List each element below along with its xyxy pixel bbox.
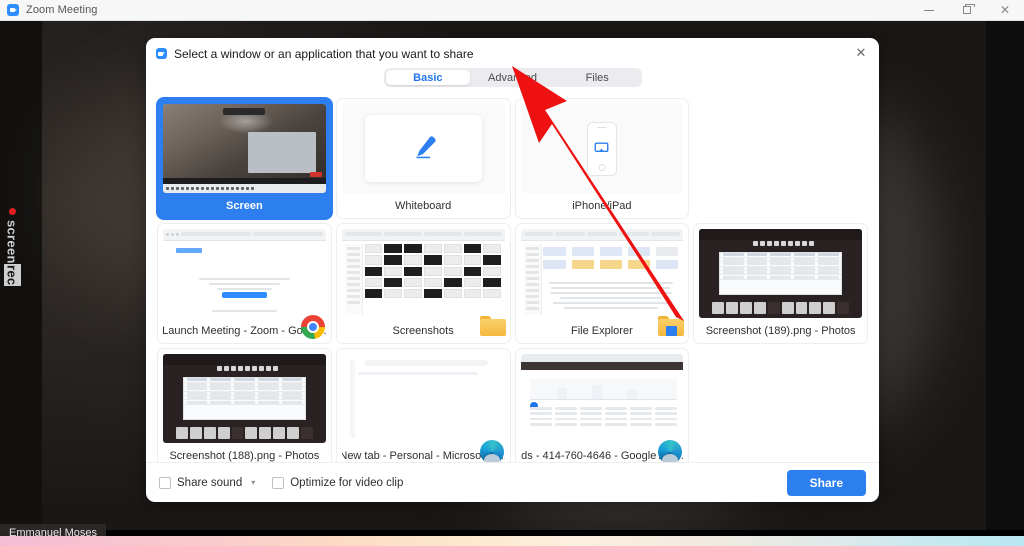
share-option-edge-new-tab[interactable]: New tab - Personal - Microsoft E... bbox=[335, 348, 511, 462]
dialog-tabs: Basic Advanced Files bbox=[383, 68, 642, 87]
share-sound-checkbox[interactable]: Share sound ▾ bbox=[159, 476, 255, 489]
share-sound-label: Share sound bbox=[177, 476, 243, 489]
record-dot-icon bbox=[8, 208, 16, 215]
thumbnail-photos-viewer bbox=[163, 354, 326, 443]
minimize-button[interactable] bbox=[910, 0, 948, 21]
chevron-down-icon[interactable]: ▾ bbox=[251, 478, 255, 487]
share-option-iphone-ipad[interactable]: iPhone/iPad bbox=[514, 98, 690, 219]
share-option-file-explorer[interactable]: File Explorer bbox=[514, 223, 690, 344]
zoom-camera-icon bbox=[156, 48, 167, 59]
thumbnail-screenshots-folder bbox=[341, 229, 505, 318]
screenrec-watermark: screenrec bbox=[0, 208, 24, 318]
edge-icon bbox=[658, 440, 684, 462]
share-option-screenshots[interactable]: Screenshots bbox=[335, 223, 511, 344]
share-option-label: Screenshot (189).png - Photos bbox=[705, 324, 856, 337]
checkbox-box bbox=[272, 476, 285, 489]
thumbnail-google-ads bbox=[520, 354, 684, 443]
zoom-camera-icon bbox=[7, 4, 19, 16]
thumbnail-edge-new-tab bbox=[341, 354, 505, 443]
folder-icon bbox=[479, 315, 506, 341]
share-option-google-ads[interactable]: Ads - 414-760-4646 - Google Ads ... bbox=[514, 348, 690, 462]
dialog-close-button[interactable]: ✕ bbox=[851, 43, 871, 63]
window-title-bar: Zoom Meeting ✕ bbox=[0, 0, 1024, 21]
chrome-icon bbox=[300, 315, 327, 341]
share-option-label: Whiteboard bbox=[394, 199, 452, 212]
pencil-icon bbox=[416, 135, 436, 158]
share-option-screenshot-188-photos[interactable]: Screenshot (188).png - Photos bbox=[157, 348, 332, 462]
tab-files[interactable]: Files bbox=[555, 70, 640, 85]
share-screen-dialog: Select a window or an application that y… bbox=[146, 38, 879, 502]
edge-icon bbox=[479, 440, 506, 462]
maximize-button[interactable] bbox=[948, 0, 986, 21]
dialog-footer: Share sound ▾ Optimize for video clip Sh… bbox=[146, 462, 879, 502]
thumbnail-photos-viewer bbox=[699, 229, 862, 318]
close-icon: ✕ bbox=[855, 45, 867, 61]
desktop-bottom-strip bbox=[0, 536, 1024, 546]
screen-preview-art bbox=[163, 104, 326, 193]
share-option-screen[interactable]: Screen bbox=[157, 98, 332, 219]
share-option-label: Screen bbox=[226, 199, 263, 212]
thumbnail-zoom-launch-page bbox=[163, 229, 326, 318]
share-option-label: Screenshot (188).png - Photos bbox=[169, 449, 320, 462]
grid-empty-cell bbox=[693, 98, 868, 219]
airplay-icon bbox=[594, 142, 609, 152]
share-option-label: iPhone/iPad bbox=[572, 199, 632, 212]
dialog-tabs-container: Basic Advanced Files bbox=[146, 68, 879, 87]
minimize-icon bbox=[924, 9, 934, 11]
optimize-video-checkbox[interactable]: Optimize for video clip bbox=[272, 476, 404, 489]
optimize-video-label: Optimize for video clip bbox=[290, 476, 404, 489]
grid-empty-cell bbox=[693, 348, 868, 462]
maximize-icon bbox=[963, 4, 975, 14]
thumbnail-file-explorer bbox=[520, 229, 684, 318]
tab-advanced[interactable]: Advanced bbox=[470, 70, 555, 85]
share-option-launch-meeting-zoom[interactable]: Launch Meeting - Zoom - Googl... bbox=[157, 223, 332, 344]
share-option-screenshot-189-photos[interactable]: Screenshot (189).png - Photos bbox=[693, 223, 868, 344]
share-options-grid: Screen Whiteboard iPhone/iPad Launch Mee… bbox=[146, 87, 879, 462]
thumbnail-whiteboard bbox=[341, 104, 505, 193]
share-option-whiteboard[interactable]: Whiteboard bbox=[335, 98, 511, 219]
checkbox-box bbox=[159, 476, 171, 489]
screenrec-label: screenrec bbox=[3, 220, 21, 287]
thumbnail-screen bbox=[163, 104, 326, 193]
close-icon: ✕ bbox=[999, 3, 1011, 17]
dialog-title: Select a window or an application that y… bbox=[174, 46, 474, 61]
folder-icon bbox=[658, 315, 685, 341]
share-button[interactable]: Share bbox=[786, 469, 866, 496]
close-button[interactable]: ✕ bbox=[986, 0, 1024, 21]
tab-basic[interactable]: Basic bbox=[385, 70, 471, 85]
dialog-header: Select a window or an application that y… bbox=[146, 38, 879, 61]
thumbnail-iphone bbox=[520, 104, 684, 193]
window-title: Zoom Meeting bbox=[26, 4, 98, 16]
window-controls: ✕ bbox=[910, 0, 1024, 21]
